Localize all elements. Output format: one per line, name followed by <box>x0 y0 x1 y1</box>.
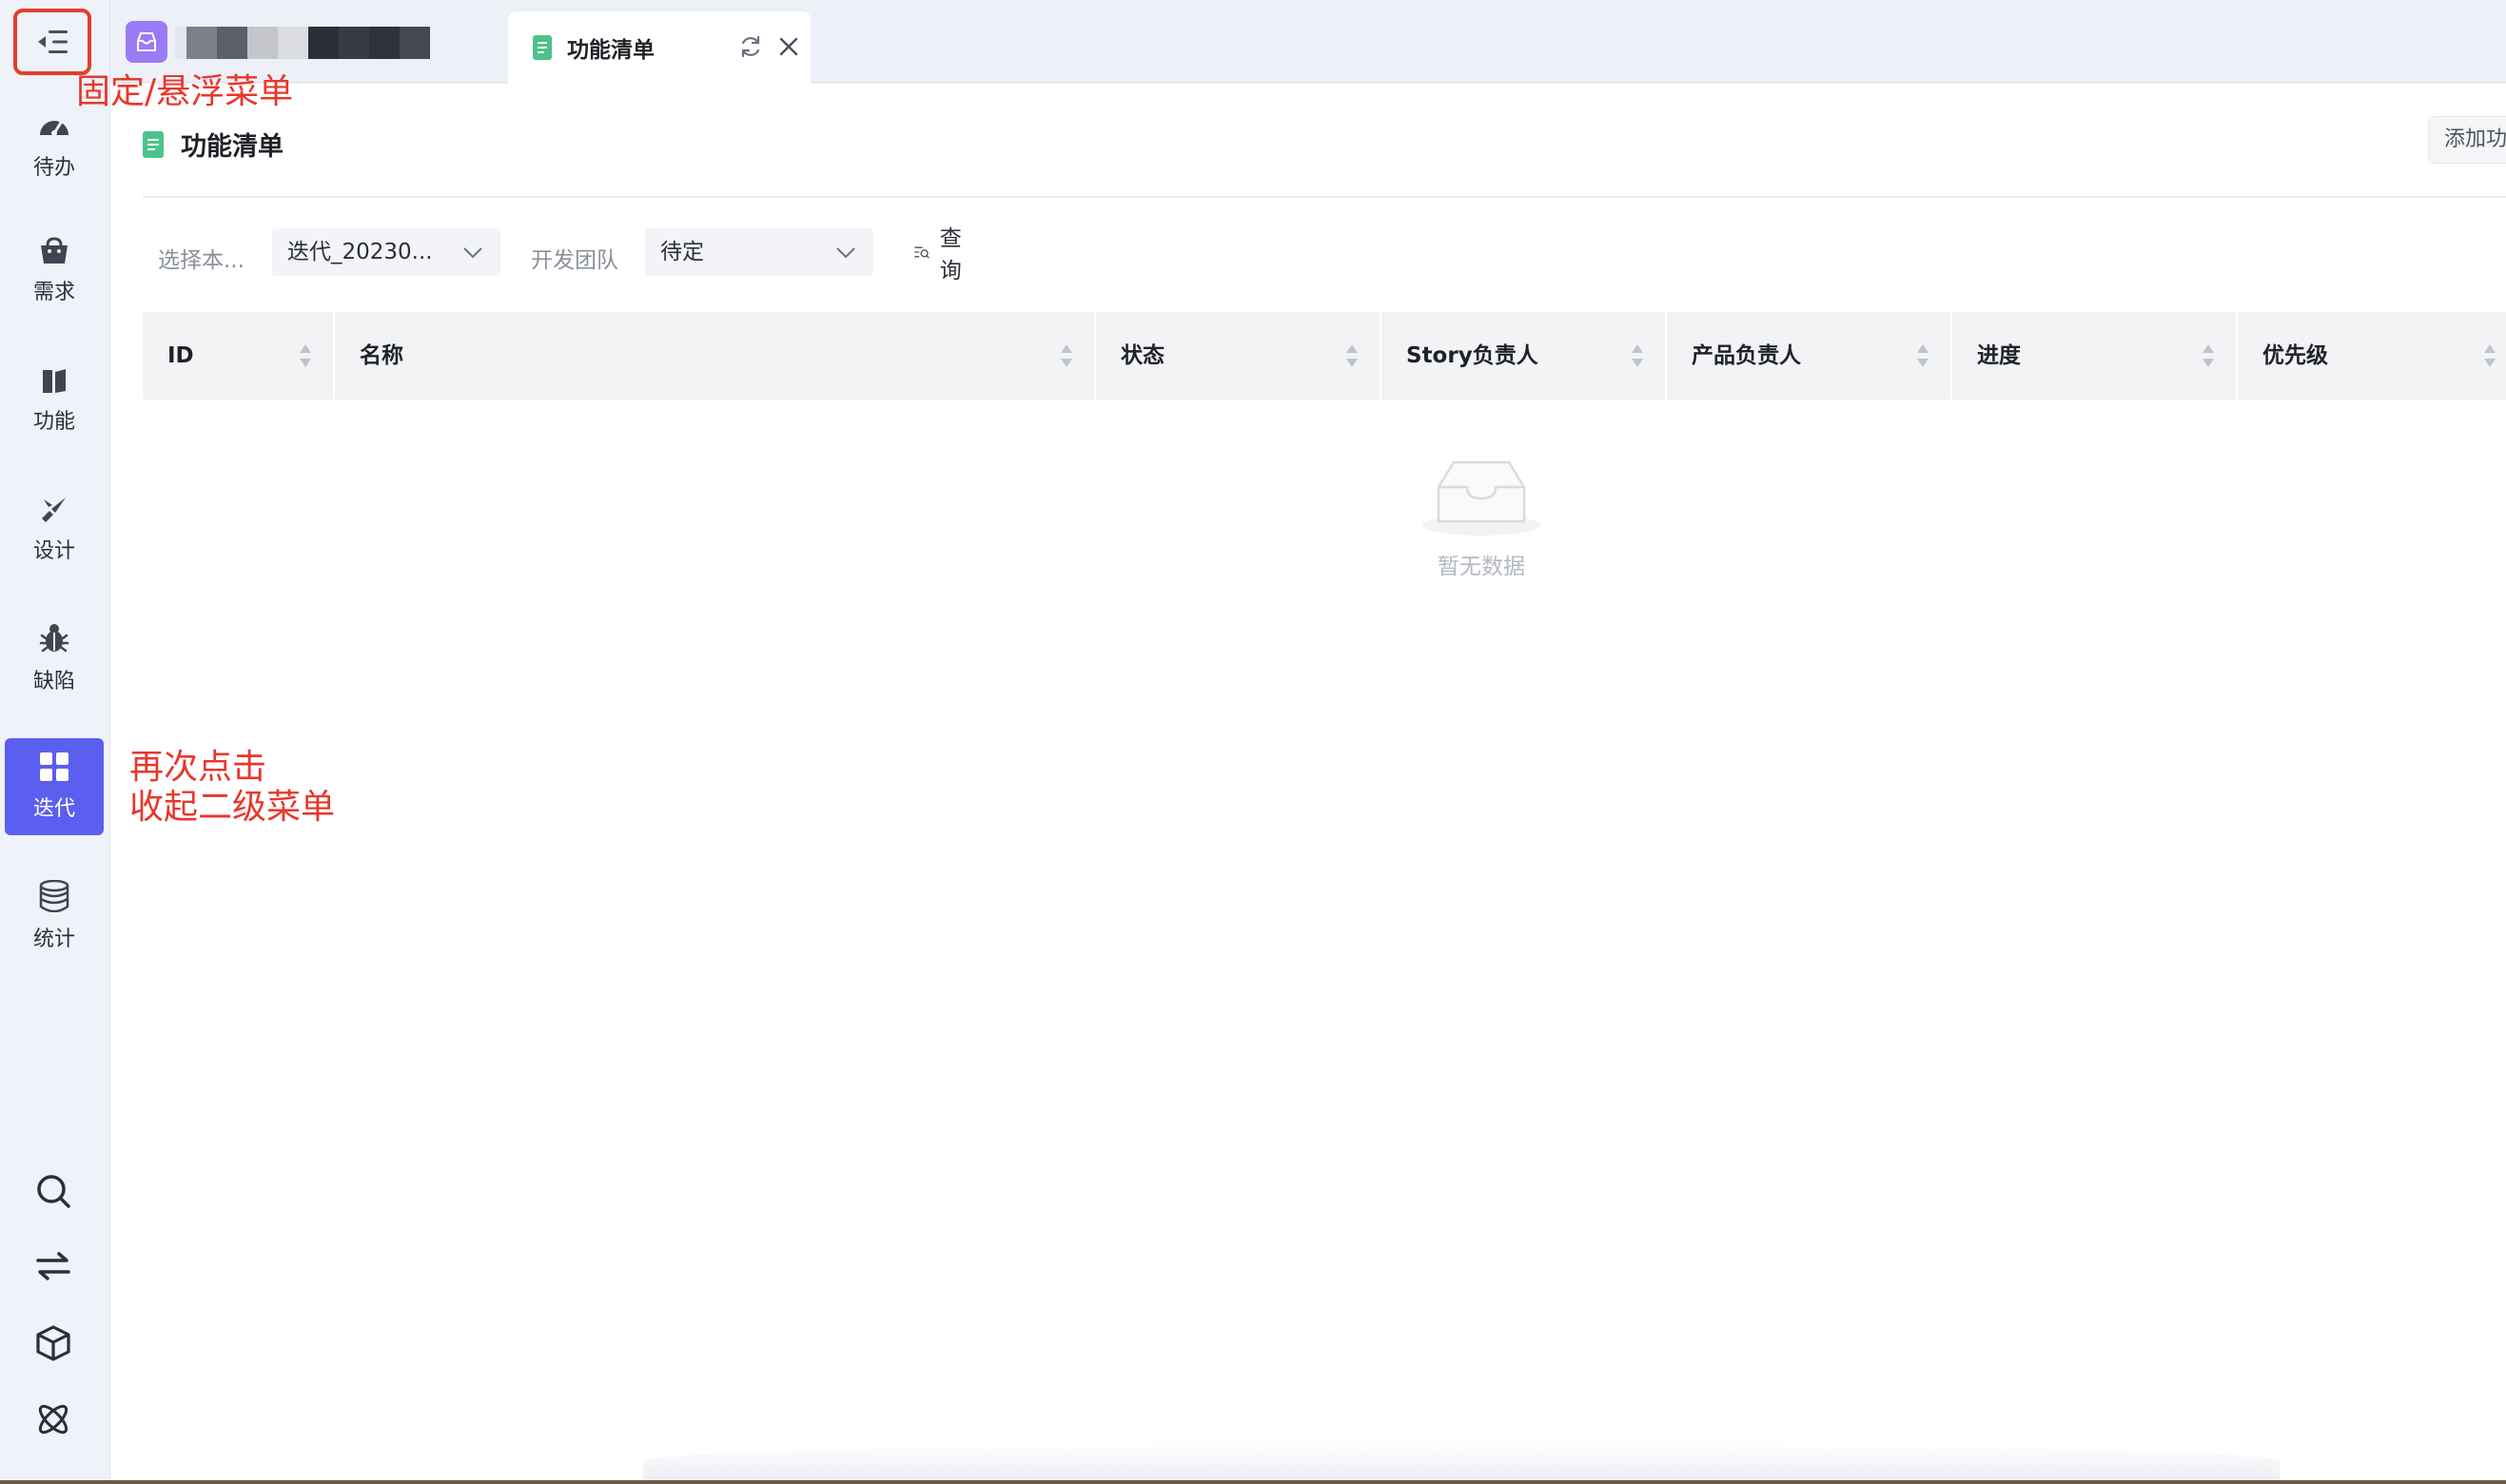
nav-label: 迭代 <box>32 797 75 821</box>
obscured-project-name <box>175 27 489 59</box>
nav-item-features[interactable]: 功能 <box>5 352 104 449</box>
team-select[interactable]: 待定 <box>645 228 873 276</box>
nav-label: 设计 <box>32 539 75 563</box>
column-header-status[interactable]: 状态 <box>1096 312 1381 400</box>
nav-item-todo[interactable]: 待办 <box>5 98 104 195</box>
empty-inbox-icon <box>1422 460 1540 536</box>
nav-item-defects[interactable]: 缺陷 <box>5 610 104 707</box>
switch-icon <box>36 1252 70 1280</box>
annotation-pin-menu: 固定/悬浮菜单 <box>76 72 294 111</box>
team-filter-label: 开发团队 <box>531 248 618 273</box>
bag-icon <box>41 237 68 264</box>
table-header: ID 名称 状态 Story负责人 产品负责人 进度 优先级 <box>143 312 2506 400</box>
column-header-progress[interactable]: 进度 <box>1952 312 2238 400</box>
search-icon <box>37 1175 70 1208</box>
chevron-down-icon <box>836 247 855 259</box>
database-icon <box>39 880 69 912</box>
chevron-down-icon <box>463 247 482 259</box>
tab-feature-list[interactable]: 功能清单 <box>508 11 811 84</box>
book-icon <box>43 369 66 393</box>
menu-collapse-button[interactable] <box>13 9 91 75</box>
annotation-collapse-line1: 再次点击 <box>129 748 267 787</box>
team-select-value: 待定 <box>660 240 704 264</box>
switch-tool[interactable] <box>29 1241 78 1291</box>
nav-item-iterations[interactable]: 迭代 <box>5 738 104 835</box>
document-icon <box>533 35 552 60</box>
sort-icon[interactable] <box>299 342 312 369</box>
document-icon <box>143 130 164 158</box>
version-select[interactable]: 迭代_20230... <box>272 228 500 276</box>
nav-label: 待办 <box>32 156 75 180</box>
main-content: 功能清单 添加功 选择本... 迭代_20230... 开发团队 待定 查询 I… <box>110 84 2506 1480</box>
cube-tool[interactable] <box>29 1318 78 1368</box>
sort-icon[interactable] <box>1345 342 1359 369</box>
page-header: 功能清单 <box>143 126 284 163</box>
version-filter-label: 选择本... <box>158 248 245 273</box>
sort-icon[interactable] <box>1916 342 1929 369</box>
nav-label: 缺陷 <box>32 670 75 693</box>
nav-item-design[interactable]: 设计 <box>5 481 104 578</box>
sort-icon[interactable] <box>1060 342 1073 369</box>
nav-item-statistics[interactable]: 统计 <box>5 868 104 965</box>
atom-tool[interactable] <box>29 1395 78 1444</box>
version-select-value: 迭代_20230... <box>287 240 433 264</box>
filter-search-icon <box>914 246 930 259</box>
column-header-story-owner[interactable]: Story负责人 <box>1381 312 1667 400</box>
page-title: 功能清单 <box>181 132 284 162</box>
window-bottom-edge <box>0 1480 2506 1484</box>
cube-icon <box>36 1325 70 1361</box>
grid-icon <box>40 752 69 781</box>
top-bar: 功能清单 <box>110 0 2506 84</box>
empty-state: 暂无数据 <box>1391 455 1572 580</box>
atom-icon <box>38 1404 69 1435</box>
tab-label: 功能清单 <box>567 38 655 63</box>
gauge-icon <box>40 121 69 136</box>
column-header-product-owner[interactable]: 产品负责人 <box>1667 312 1952 400</box>
sort-icon[interactable] <box>2202 342 2215 369</box>
sort-icon[interactable] <box>2483 342 2496 369</box>
search-tool[interactable] <box>29 1166 78 1216</box>
side-nav-rail: 待办 需求 功能 设计 缺陷 迭代 统计 <box>0 0 110 1480</box>
nav-label: 需求 <box>32 281 75 304</box>
app-logo[interactable] <box>126 21 167 63</box>
bug-icon <box>39 624 69 653</box>
refresh-icon[interactable] <box>738 34 763 59</box>
sort-icon[interactable] <box>1631 342 1644 369</box>
nav-label: 功能 <box>32 410 75 434</box>
column-header-priority[interactable]: 优先级 <box>2238 312 2506 400</box>
empty-text: 暂无数据 <box>1438 555 1525 579</box>
inbox-icon <box>137 32 156 51</box>
column-header-name[interactable]: 名称 <box>335 312 1096 400</box>
query-label: 查询 <box>939 226 962 283</box>
bottom-shadow <box>643 1442 2280 1480</box>
add-feature-button[interactable]: 添加功 <box>2428 116 2506 164</box>
header-divider <box>143 196 2506 198</box>
column-header-id[interactable]: ID <box>143 312 335 400</box>
nav-item-requirements[interactable]: 需求 <box>5 223 104 320</box>
nav-label: 统计 <box>32 928 75 951</box>
annotation-collapse-line2: 收起二级菜单 <box>129 788 336 827</box>
design-icon <box>42 498 66 522</box>
close-icon[interactable] <box>776 34 801 59</box>
menu-fold-icon <box>38 30 68 53</box>
query-button[interactable]: 查询 <box>913 226 969 283</box>
